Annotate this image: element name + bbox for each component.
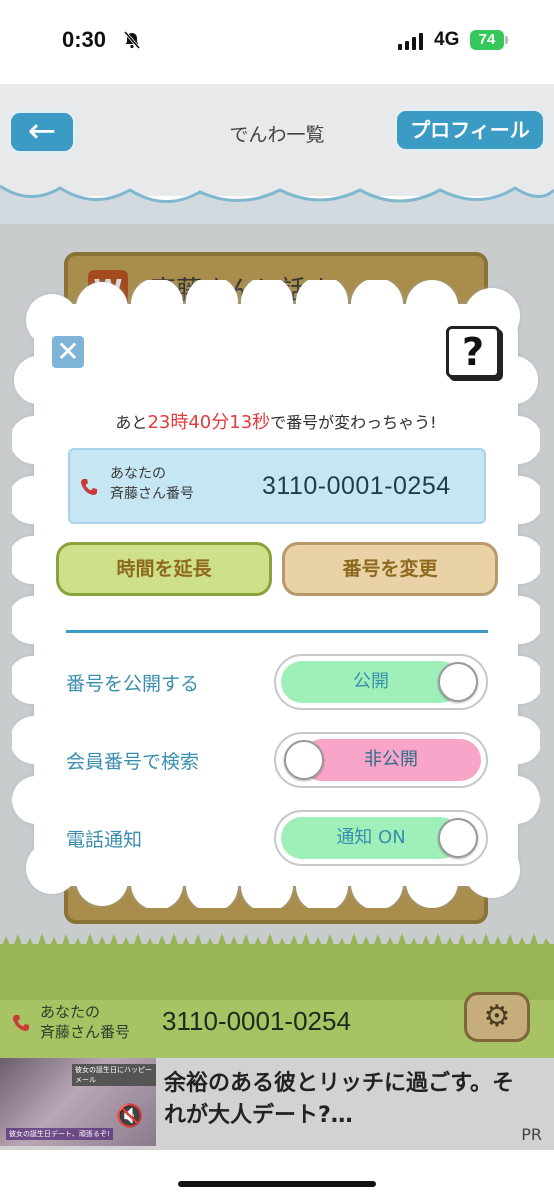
call-notification-toggle-state: 通知 ON [281, 817, 461, 859]
number-label-line1: あなたの [110, 466, 166, 482]
cloud-divider [0, 176, 554, 224]
number-label-line2: 斉藤さん番号 [110, 486, 194, 502]
saito-number: 3110-0001-0254 [262, 472, 451, 500]
ad-thumb-tag: 彼女の誕生日にハッピーメール [72, 1064, 156, 1086]
countdown-seconds-unit: 秒 [252, 412, 271, 433]
status-bar: 0:30 4G 74 [0, 0, 554, 84]
bottom-number-bar: あなたの 斉藤さん番号 3110-0001-0254 ⚙ [0, 992, 554, 1058]
change-number-button[interactable]: 番号を変更 [282, 542, 498, 596]
mute-icon[interactable]: 🔇 [116, 1104, 143, 1129]
toggle-knob[interactable] [438, 662, 478, 702]
ad-thumb-caption: 彼女の誕生日デート、頑張るぞ! [6, 1128, 113, 1140]
saito-number-label: あなたの 斉藤さん番号 [110, 464, 194, 504]
status-time: 0:30 [62, 27, 107, 52]
gear-icon: ⚙ [483, 999, 511, 1034]
publish-toggle-state: 公開 [281, 661, 461, 703]
member-search-toggle[interactable]: 非公開 [274, 732, 488, 788]
bottom-label-line2: 斉藤さん番号 [40, 1023, 131, 1041]
phone-icon [13, 1015, 29, 1031]
countdown-minutes-unit: 分 [211, 412, 230, 433]
extend-time-button[interactable]: 時間を延長 [56, 542, 272, 596]
bell-slash-icon [123, 31, 141, 49]
phone-icon [81, 479, 97, 495]
countdown-message: あと23時40分13秒で番号が変わっちゃう! [12, 408, 540, 434]
setting-label-publish: 番号を公開する [66, 673, 200, 695]
countdown-prefix: あと [115, 413, 148, 432]
grass-strip [0, 933, 554, 1000]
toggle-knob[interactable] [438, 818, 478, 858]
setting-label-member-search: 会員番号で検索 [66, 751, 200, 773]
member-search-toggle-state: 非公開 [301, 739, 481, 781]
ad-pr-label: PR [521, 1125, 542, 1144]
ad-thumbnail[interactable]: 彼女の誕生日にハッピーメール 彼女の誕生日デート、頑張るぞ! 🔇 [0, 1058, 156, 1146]
publish-number-toggle[interactable]: 公開 [274, 654, 488, 710]
bottom-number: 3110-0001-0254 [162, 1006, 351, 1036]
bottom-label-line1: あなたの [40, 1003, 101, 1021]
network-type: 4G [434, 29, 460, 50]
help-button[interactable]: ? [446, 326, 500, 378]
countdown-hours-unit: 時 [170, 412, 189, 433]
close-button[interactable]: ✕ [52, 336, 84, 368]
countdown-hours: 23 [147, 412, 171, 433]
ad-banner[interactable]: 彼女の誕生日にハッピーメール 彼女の誕生日デート、頑張るぞ! 🔇 余裕のある彼と… [0, 1058, 554, 1150]
signal-icon [398, 32, 423, 50]
settings-button[interactable]: ⚙ [464, 992, 530, 1042]
bottom-number-label: あなたの 斉藤さん番号 [40, 1002, 130, 1042]
battery-icon: 74 [470, 30, 504, 50]
divider [66, 630, 488, 633]
profile-button[interactable]: プロフィール [394, 108, 546, 152]
countdown-suffix: で番号が変わっちゃう! [270, 413, 437, 432]
call-notification-toggle[interactable]: 通知 ON [274, 810, 488, 866]
toggle-knob[interactable] [284, 740, 324, 780]
countdown-minutes: 40 [188, 412, 212, 433]
ad-text[interactable]: 余裕のある彼とリッチに過ごす。それが大人デート?… [164, 1068, 524, 1132]
countdown-seconds: 13 [229, 412, 253, 433]
home-indicator [178, 1181, 376, 1187]
battery-tip [505, 36, 508, 44]
setting-label-call-notification: 電話通知 [66, 829, 143, 851]
phone-number-modal: ✕ ? あと23時40分13秒で番号が変わっちゃう! あなたの 斉藤さん番号 3… [12, 280, 540, 908]
saito-number-box: あなたの 斉藤さん番号 3110-0001-0254 [68, 448, 486, 524]
